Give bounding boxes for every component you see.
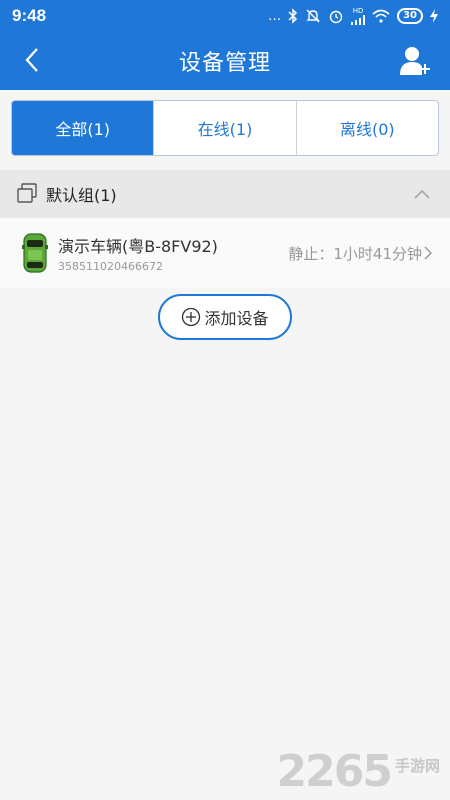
watermark-number: 2265 [276,746,393,797]
device-status-text: 静止：1小时41分钟 [288,244,422,263]
watermark-logo: 2265 手游网 [277,750,440,794]
plus-circle-icon [182,307,201,327]
tab-offline[interactable]: 离线(0) [295,101,438,155]
nav-bar: 设备管理 [0,32,450,90]
charging-icon [430,9,438,23]
status-time: 9:48 [12,6,47,25]
tab-all[interactable]: 全部(1) [12,101,154,155]
watermark-text: 手游网 [394,757,440,775]
chevron-up-icon[interactable] [412,184,432,204]
device-name: 演示车辆(粤B-8FV92) [58,237,218,256]
mute-icon [305,8,321,24]
device-status: 静止：1小时41分钟 [288,243,432,264]
bluetooth-icon [288,8,298,24]
tab-online[interactable]: 在线(1) [153,101,295,155]
device-id: 358511020466672 [58,260,163,273]
chevron-left-icon [25,48,38,72]
battery-indicator: 30 [397,8,423,24]
car-icon [22,233,48,273]
group-header[interactable]: 默认组(1) [0,170,450,218]
add-device-label: 添加设备 [204,309,269,328]
signal-icon: HD [351,7,366,25]
add-user-button[interactable] [396,42,434,80]
more-dots-icon: … [268,8,282,24]
filter-tabs: 全部(1) 在线(1) 离线(0) [11,100,439,156]
group-name: 默认组(1) [46,186,117,205]
group-icon [17,183,37,203]
add-device-button[interactable]: 添加设备 [158,294,292,340]
back-button[interactable] [12,40,52,80]
status-icons: … HD 30 [268,7,438,25]
device-row[interactable]: 演示车辆(粤B-8FV92) 358511020466672 静止：1小时41分… [0,218,450,288]
chevron-right-icon [424,246,432,260]
wifi-icon [372,9,390,23]
status-bar: 9:48 … HD 30 [0,0,450,32]
network-label: HD [352,7,364,15]
device-info: 演示车辆(粤B-8FV92) 358511020466672 [58,233,288,273]
add-user-icon [400,47,430,75]
alarm-icon [328,8,344,24]
page-title: 设备管理 [178,51,271,76]
